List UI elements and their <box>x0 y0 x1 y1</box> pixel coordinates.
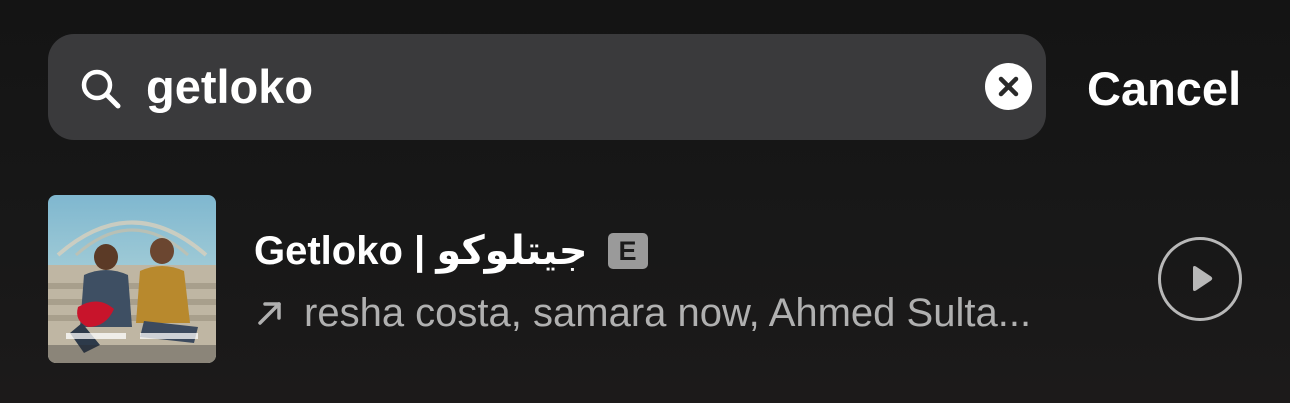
close-icon <box>998 76 1019 97</box>
track-subtitle: resha costa, samara now, Ahmed Sulta... <box>254 288 1134 338</box>
artist-names: resha costa, samara now, Ahmed Sulta... <box>304 291 1032 335</box>
play-icon <box>1193 266 1213 291</box>
track-title-text: Getloko | جيتلوكو <box>254 229 588 273</box>
play-button[interactable] <box>1158 237 1242 321</box>
search-input[interactable] <box>146 34 966 140</box>
arrow-up-right-icon <box>258 302 281 325</box>
album-art <box>48 195 216 363</box>
search-result-row[interactable]: Getloko | جيتلوكو E resha costa, samara … <box>0 190 1290 368</box>
cancel-button[interactable]: Cancel <box>1087 62 1241 116</box>
clear-search-button[interactable] <box>985 63 1032 110</box>
explicit-badge: E <box>607 233 648 269</box>
track-title: Getloko | جيتلوكو E <box>254 226 648 276</box>
search-icon <box>81 69 121 109</box>
